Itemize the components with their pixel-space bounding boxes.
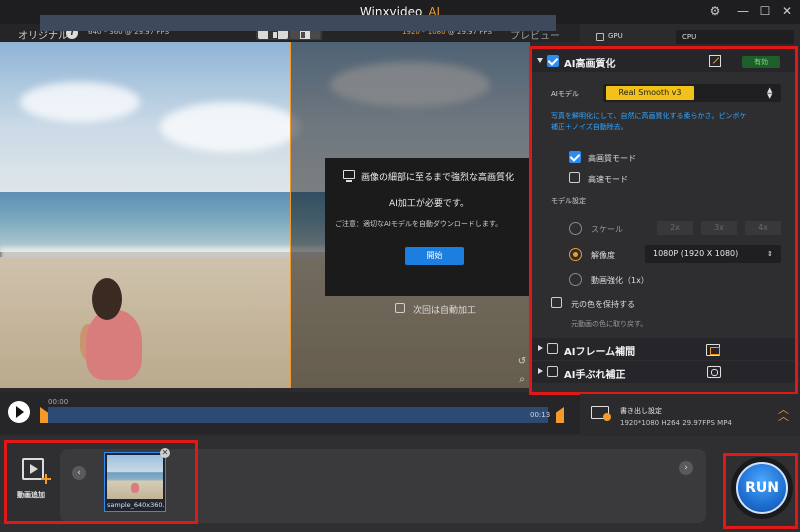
hq-mode-label: 高画質モード: [588, 154, 636, 163]
plus-icon: [41, 474, 51, 484]
dialog-title: 画像の細部に至るまで強烈な高画質化: [361, 173, 515, 183]
play-button[interactable]: [8, 401, 30, 423]
model-description-line2: 補正＋ノイズ自動除去。: [551, 123, 628, 131]
keep-color-checkbox[interactable]: [551, 297, 562, 308]
gpu-checkbox[interactable]: [596, 33, 604, 41]
fast-mode-checkbox[interactable]: [569, 172, 580, 183]
minimize-icon[interactable]: —: [735, 4, 751, 18]
settings-panel: AI高画質化 有効 AIモデル Real Smooth v3 ▲ ▼ 写真を鮮明化…: [531, 48, 798, 394]
time-end: 00:13: [530, 411, 551, 419]
video-person-head: [92, 278, 122, 320]
stabilize-section-header[interactable]: AI手ぶれ補正: [531, 361, 798, 383]
scale-4x-button[interactable]: 4x: [745, 221, 781, 235]
caret-right-icon[interactable]: [538, 345, 543, 351]
dialog-note: ご注意：適切なAIモデルを自動ダウンロードします。: [335, 220, 503, 228]
hq-mode-checkbox[interactable]: [569, 151, 581, 163]
video-cloud: [20, 82, 140, 122]
expand-icon[interactable]: [709, 55, 721, 67]
scroll-right-icon[interactable]: ›: [679, 461, 693, 475]
rotate-icon[interactable]: ↺: [516, 356, 528, 368]
run-button[interactable]: RUN: [736, 462, 788, 514]
camera-stabilize-icon: [707, 366, 721, 378]
maximize-icon[interactable]: ☐: [757, 4, 773, 18]
resolution-select[interactable]: 1080P (1920 X 1080) ⇕: [645, 245, 781, 263]
caret-right-icon[interactable]: [538, 368, 543, 374]
stabilize-checkbox[interactable]: [547, 366, 558, 377]
resolution-radio[interactable]: [569, 248, 582, 261]
timeline-track[interactable]: [40, 15, 556, 31]
frame-interp-section-header[interactable]: AIフレーム補間: [531, 338, 798, 360]
model-settings-label: モデル設定: [551, 197, 586, 205]
video-enhance-radio[interactable]: [569, 273, 582, 286]
double-chevron-up-icon[interactable]: ︿ ︿: [778, 404, 789, 422]
gear-icon[interactable]: ⚙: [707, 4, 723, 18]
video-enhance-label: 動画強化（1x）: [591, 276, 649, 285]
processor-select[interactable]: CPU: [676, 30, 794, 44]
thumbnail-figure: [131, 483, 139, 493]
export-settings-icon: [591, 406, 611, 421]
ai-model-value: Real Smooth v3: [606, 86, 694, 100]
frame-interpolation-icon: [706, 344, 720, 356]
zoom-icon[interactable]: ⌕: [516, 374, 528, 386]
start-button[interactable]: 開始: [405, 247, 464, 265]
scroll-left-icon[interactable]: ‹: [72, 466, 86, 480]
scale-label: スケール: [591, 225, 623, 234]
scale-3x-button[interactable]: 3x: [701, 221, 737, 235]
model-description-line1: 写真を鮮明化にして、自然に高画質化する柔らかさ。ピンボケ: [551, 112, 747, 120]
frame-interp-title: AIフレーム補間: [564, 347, 636, 358]
stabilize-title: AI手ぶれ補正: [564, 370, 626, 381]
resolution-label: 解像度: [591, 251, 615, 260]
frame-interp-checkbox[interactable]: [547, 343, 558, 354]
export-meta: 1920*1080 H264 29.97FPS MP4: [620, 419, 732, 427]
fast-mode-label: 高速モード: [588, 175, 628, 184]
export-title: 書き出し設定: [620, 407, 662, 415]
caret-down-icon[interactable]: [537, 58, 543, 63]
close-icon[interactable]: ✕: [779, 4, 795, 18]
updown-icon: ▲ ▼: [767, 86, 773, 100]
auto-process-label: 次回は自動加工: [413, 306, 477, 316]
monitor-icon: [343, 170, 355, 182]
video-cloud: [160, 102, 300, 152]
auto-process-checkbox[interactable]: [395, 303, 405, 313]
keep-color-note: 元動画の色に取り戻す。: [571, 320, 648, 328]
video-thumbnail[interactable]: sample_640x360.: [104, 452, 166, 512]
split-divider[interactable]: [290, 42, 291, 388]
remove-video-icon[interactable]: ✕: [160, 448, 170, 458]
gpu-label: GPU: [608, 32, 623, 40]
timeline-range: [48, 407, 548, 423]
scale-radio[interactable]: [569, 222, 582, 235]
enhance-checkbox[interactable]: [547, 55, 559, 67]
ai-model-select[interactable]: Real Smooth v3 ▲ ▼: [603, 84, 781, 102]
video-person-body: [86, 310, 142, 380]
enabled-badge: 有効: [742, 56, 780, 68]
ai-model-label: AIモデル: [551, 90, 579, 98]
add-video-label[interactable]: 動画追加: [17, 490, 45, 500]
enhance-title: AI高画質化: [564, 59, 616, 70]
updown-icon: ⇕: [767, 250, 773, 258]
resolution-value: 1080P (1920 X 1080): [653, 249, 739, 258]
model-description: 写真を鮮明化にして、自然に高画質化する柔らかさ。ピンボケ 補正＋ノイズ自動除去。: [551, 111, 791, 133]
dialog-requirement: AI加工が必要です。: [389, 199, 469, 209]
keep-color-label: 元の色を保持する: [571, 300, 635, 309]
thumbnail-filename: sample_640x360.: [107, 501, 165, 509]
time-start: 00:00: [48, 398, 69, 406]
scale-2x-button[interactable]: 2x: [657, 221, 693, 235]
hardware-row: GPU CPU: [580, 24, 800, 46]
export-settings[interactable]: 書き出し設定 1920*1080 H264 29.97FPS MP4 ︿ ︿: [580, 394, 800, 434]
thumbnail-image: [107, 455, 163, 499]
enhance-section-header[interactable]: AI高画質化 有効: [531, 50, 798, 72]
ai-processing-dialog: 画像の細部に至るまで強烈な高画質化 AI加工が必要です。 ご注意：適切なAIモデ…: [325, 158, 533, 296]
